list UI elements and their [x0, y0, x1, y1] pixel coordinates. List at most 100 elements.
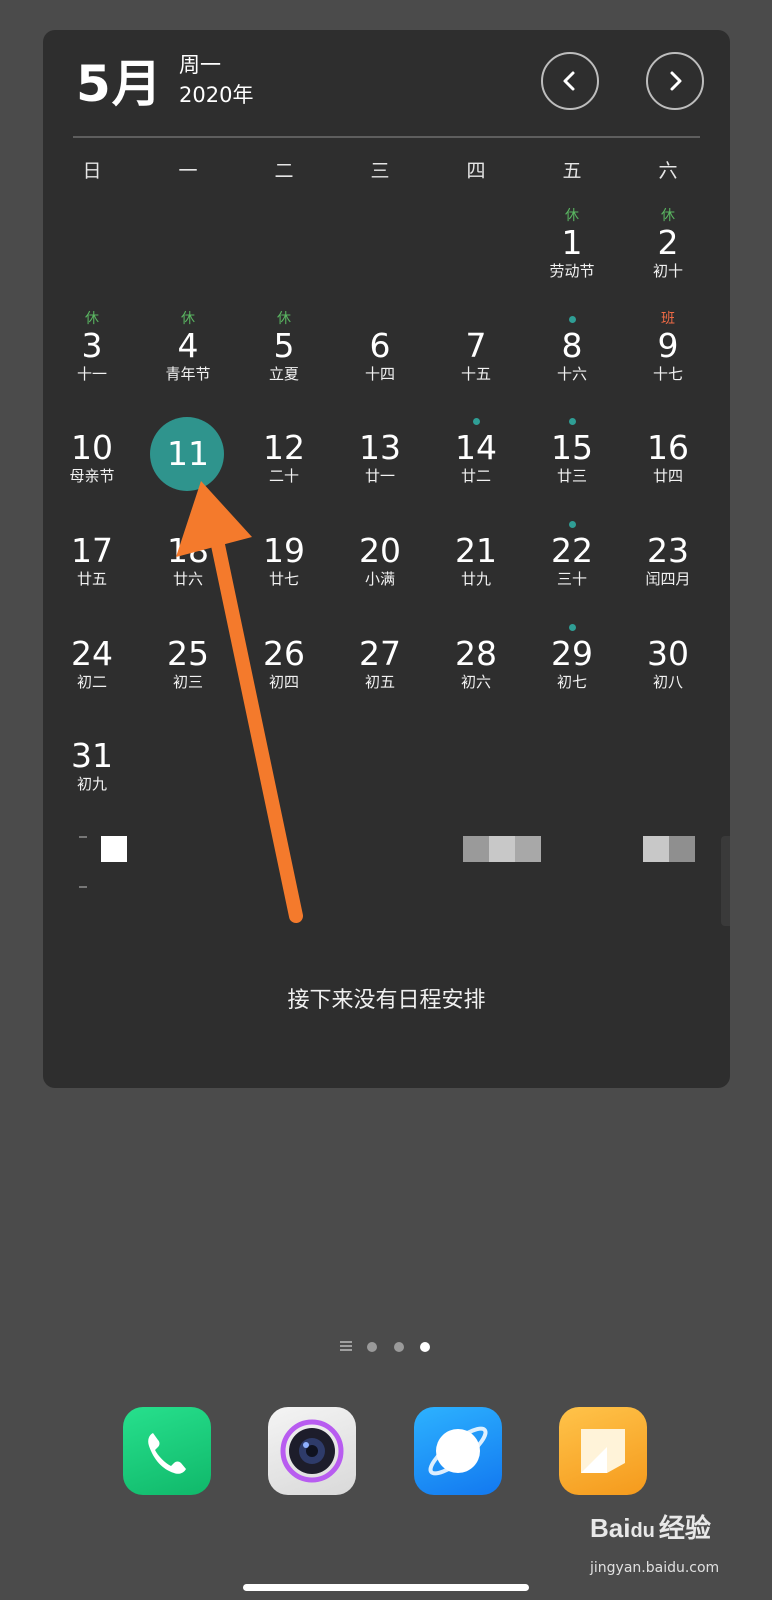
calendar-widget: 5月 周一 2020年 日 一 二 三 四 五 六 休 1 劳动节休 2 初十休 3 十一休…: [43, 30, 730, 1088]
calendar-day[interactable]: 6 十四: [331, 311, 429, 411]
page-dot-active[interactable]: [420, 1342, 430, 1352]
day-number: 25: [167, 634, 209, 673]
calendar-day[interactable]: 14 廿二: [427, 413, 525, 513]
calendar-day[interactable]: 16 廿四: [619, 413, 717, 513]
page-indicator[interactable]: [340, 1340, 440, 1354]
calendar-day[interactable]: 8 十六: [523, 311, 621, 411]
lunar-date: 初九: [76, 775, 107, 793]
home-indicator[interactable]: [243, 1584, 529, 1591]
calendar-day[interactable]: 13 廿一: [331, 413, 429, 513]
browser-app[interactable]: [414, 1407, 502, 1495]
calendar-day[interactable]: 23 闰四月: [619, 516, 717, 616]
weekday-header-mon: 一: [178, 160, 198, 182]
current-weekday: 周一: [179, 53, 221, 77]
next-month-button[interactable]: [646, 52, 704, 110]
notes-app[interactable]: [559, 1407, 647, 1495]
day-number: 24: [71, 634, 113, 673]
day-number: 31: [71, 736, 113, 775]
lunar-date: 廿六: [172, 570, 203, 588]
previous-month-button[interactable]: [541, 52, 599, 110]
camera-app[interactable]: [268, 1407, 356, 1495]
lunar-date: 十六: [556, 365, 587, 383]
calendar-day[interactable]: 休 5 立夏: [235, 311, 333, 411]
phone-app[interactable]: [123, 1407, 211, 1495]
header-divider: [73, 136, 700, 138]
chevron-right-icon: [670, 71, 682, 91]
day-number: 13: [359, 428, 401, 467]
lunar-date: 闰四月: [645, 570, 691, 588]
watermark-brand-b: du: [630, 1520, 655, 1542]
page-dot[interactable]: [367, 1342, 377, 1352]
lunar-date: 初三: [172, 673, 203, 691]
day-number: 27: [359, 634, 401, 673]
lunar-date: 廿五: [76, 570, 107, 588]
watermark-url: jingyan.baidu.com: [590, 1560, 720, 1576]
day-number: 6: [369, 326, 391, 365]
calendar-day-today[interactable]: 11: [139, 413, 237, 513]
calendar-day[interactable]: 18 廿六: [139, 516, 237, 616]
phone-icon: [148, 1433, 186, 1474]
day-number: 17: [71, 531, 113, 570]
calendar-day[interactable]: 22 三十: [523, 516, 621, 616]
lunar-date: 母亲节: [69, 467, 115, 485]
calendar-day[interactable]: 休 3 十一: [43, 311, 141, 411]
page-dot[interactable]: [394, 1342, 404, 1352]
lunar-date: 廿一: [364, 467, 395, 485]
calendar-day[interactable]: 27 初五: [331, 619, 429, 719]
day-number: 2: [657, 223, 679, 262]
calendar-day[interactable]: 28 初六: [427, 619, 525, 719]
weekday-header-thu: 四: [466, 160, 486, 182]
day-number: 4: [177, 326, 199, 365]
calendar-day[interactable]: 30 初八: [619, 619, 717, 719]
lunar-date: 初五: [364, 673, 395, 691]
calendar-day[interactable]: 17 廿五: [43, 516, 141, 616]
calendar-day[interactable]: 26 初四: [235, 619, 333, 719]
lunar-date: 青年节: [165, 365, 211, 383]
notes-icon: [581, 1429, 625, 1473]
day-number: 7: [465, 326, 487, 365]
lunar-date: 立夏: [268, 365, 299, 383]
lunar-date: 初二: [76, 673, 107, 691]
lunar-date: 初四: [268, 673, 299, 691]
calendar-day[interactable]: 15 廿三: [523, 413, 621, 513]
day-number: 16: [647, 428, 689, 467]
day-number: 11: [167, 434, 209, 473]
no-schedule-text: 接下来没有日程安排: [287, 988, 486, 1013]
calendar-day[interactable]: 21 廿九: [427, 516, 525, 616]
calendar-day[interactable]: 班 9 十七: [619, 311, 717, 411]
calendar-day[interactable]: 7 十五: [427, 311, 525, 411]
holiday-tag: 休: [85, 311, 99, 327]
calendar-day[interactable]: 10 母亲节: [43, 413, 141, 513]
weekday-header-tue: 二: [274, 160, 294, 182]
calendar-day[interactable]: 12 二十: [235, 413, 333, 513]
widget-edge-handle[interactable]: [721, 836, 730, 926]
holiday-tag: 休: [181, 311, 195, 327]
day-number: 15: [551, 428, 593, 467]
calendar-day[interactable]: 29 初七: [523, 619, 621, 719]
calendar-day[interactable]: 25 初三: [139, 619, 237, 719]
lunar-date: 初六: [460, 673, 491, 691]
calendar-day[interactable]: 20 小满: [331, 516, 429, 616]
calendar-day[interactable]: 休 2 初十: [619, 208, 717, 308]
event-dot: [569, 521, 576, 528]
day-number: 18: [167, 531, 209, 570]
calendar-day[interactable]: 19 廿七: [235, 516, 333, 616]
calendar-day[interactable]: 31 初九: [43, 721, 141, 821]
holiday-tag: 休: [661, 208, 675, 224]
lunar-date: 二十: [268, 467, 299, 485]
day-number: 8: [561, 326, 583, 365]
calendar-day[interactable]: 休 4 青年节: [139, 311, 237, 411]
holiday-tag: 休: [565, 208, 579, 224]
day-number: 14: [455, 428, 497, 467]
menu-icon: [340, 1340, 352, 1352]
day-number: 23: [647, 531, 689, 570]
lunar-date: 劳动节: [549, 262, 595, 280]
lunar-date: 廿二: [460, 467, 491, 485]
day-number: 9: [657, 326, 679, 365]
weekday-header-sun: 日: [82, 160, 102, 182]
baidu-jingyan-watermark: Baidu 经验 jingyan.baidu.com: [590, 1508, 719, 1576]
calendar-day[interactable]: 休 1 劳动节: [523, 208, 621, 308]
lunar-date: 三十: [556, 570, 587, 588]
calendar-day[interactable]: 24 初二: [43, 619, 141, 719]
event-dot: [569, 316, 576, 323]
